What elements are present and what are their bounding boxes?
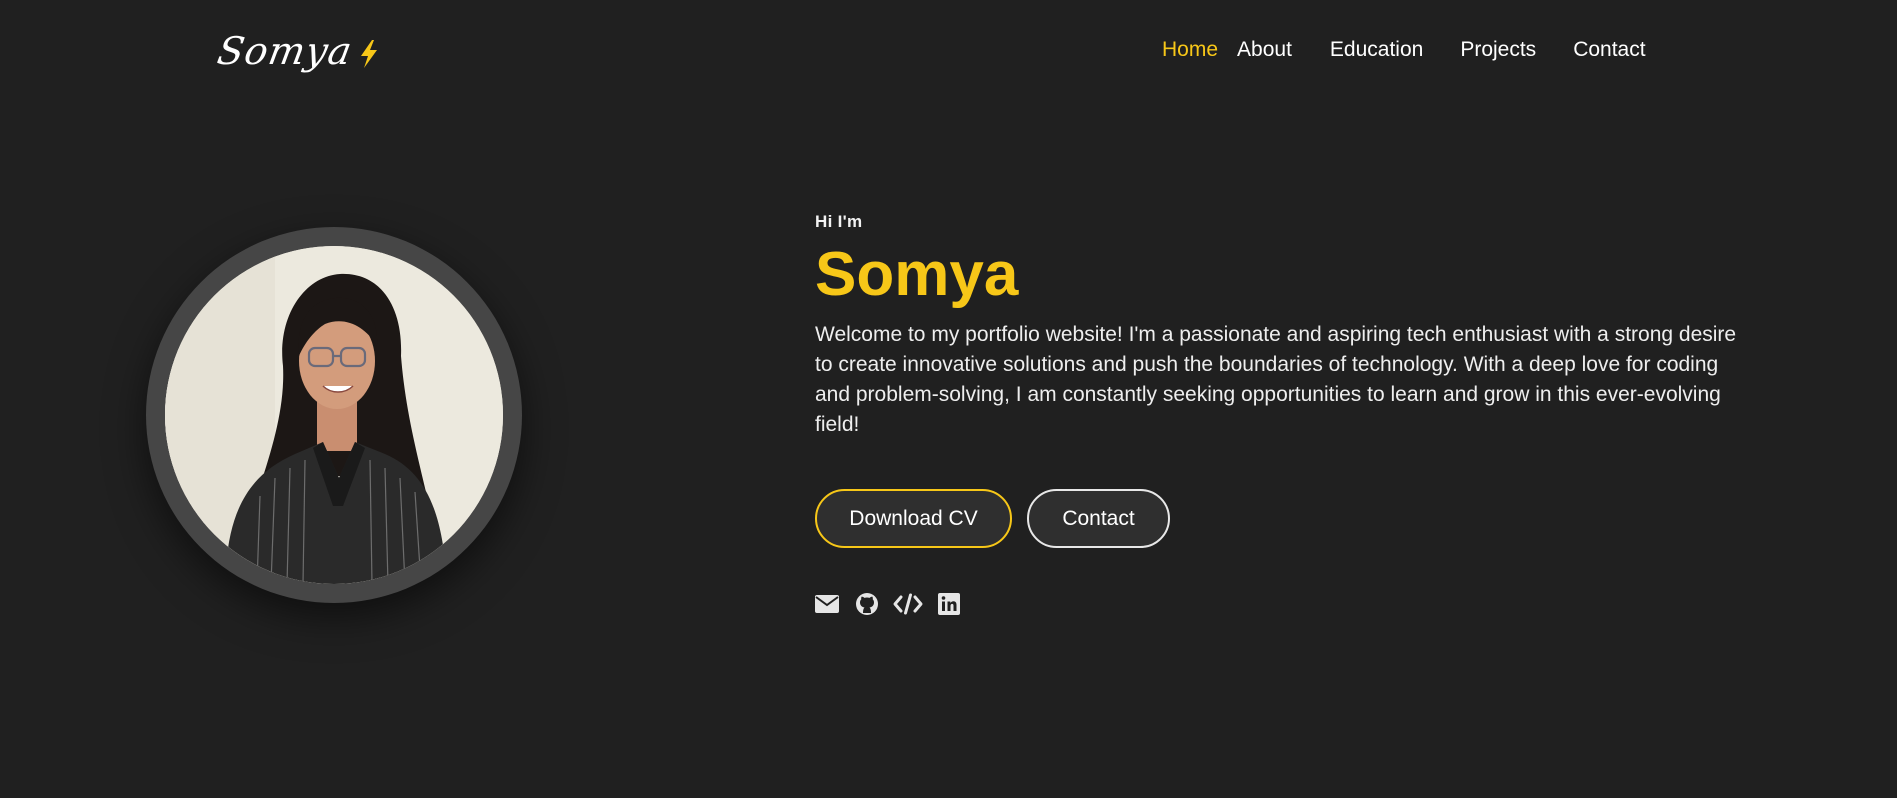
contact-button[interactable]: Contact (1027, 489, 1170, 548)
nav-home[interactable]: Home (1162, 38, 1218, 62)
logo-text: Somya (214, 29, 356, 73)
code-icon[interactable] (893, 591, 923, 617)
download-cv-button[interactable]: Download CV (815, 489, 1012, 548)
site-logo[interactable]: Somya (214, 26, 380, 76)
hero-section: Hi I'm Somya Welcome to my portfolio web… (815, 212, 1755, 440)
intro-paragraph: Welcome to my portfolio website! I'm a p… (815, 323, 1737, 436)
profile-photo-frame (146, 227, 522, 603)
profile-photo-illustration (165, 246, 503, 584)
social-links (815, 591, 960, 617)
hero-buttons: Download CV Contact (815, 489, 1170, 548)
nav-projects[interactable]: Projects (1460, 38, 1536, 62)
greeting-text: Hi I'm (815, 212, 863, 231)
lightning-bolt-icon (361, 40, 378, 68)
nav-contact[interactable]: Contact (1573, 38, 1645, 62)
linkedin-icon[interactable] (938, 591, 960, 617)
nav-education[interactable]: Education (1330, 38, 1423, 62)
hero-name: Somya (815, 240, 1019, 309)
email-icon[interactable] (815, 591, 839, 617)
github-icon[interactable] (855, 591, 879, 617)
profile-photo (165, 246, 503, 584)
main-nav: Home About Education Projects Contact (1162, 38, 1646, 62)
portfolio-page: Somya Home About Education Projects Cont… (0, 0, 1897, 798)
nav-about[interactable]: About (1237, 38, 1292, 62)
